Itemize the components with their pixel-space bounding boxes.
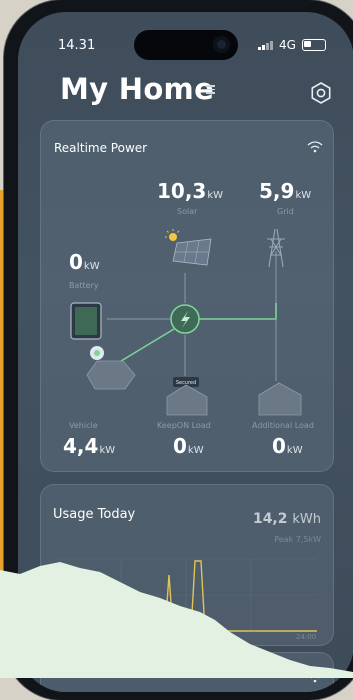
usage-title: Usage Today [53,507,136,522]
network-type: 4G [279,38,296,52]
vehicle-icon [86,346,136,390]
realtime-power-card[interactable]: Realtime Power 10,3kW Solar 5,9kW Grid 0… [40,120,334,472]
power-flow-diagram: Secured [70,228,302,416]
usage-peak: Peak 7,5kW [274,535,321,544]
battery-status-icon [301,39,326,51]
additional-load-house-icon [258,382,302,416]
grid-flow-line [199,303,277,320]
status-indicators: 4G [258,38,326,52]
gear-icon[interactable] [310,82,332,104]
solar-panel-icon [165,229,212,266]
decorative-hill [0,562,353,678]
status-time: 14.31 [58,38,96,53]
menu-icon[interactable] [206,85,215,94]
signal-icon [258,40,273,50]
secured-badge: Secured [176,380,196,386]
battery-icon [70,302,102,340]
dynamic-island [134,30,238,60]
usage-value: 14,2 kWh [252,511,321,527]
camera-icon [213,36,230,53]
page-title: My Home [60,72,215,106]
vehicle-flow-line [120,328,175,362]
